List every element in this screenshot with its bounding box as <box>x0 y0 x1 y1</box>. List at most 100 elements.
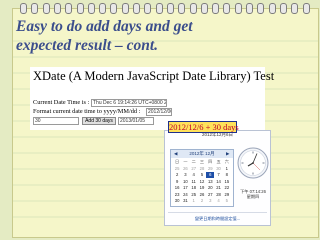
calendar-day[interactable]: 27 <box>190 166 198 172</box>
calendar-day[interactable]: 20 <box>206 185 214 191</box>
binding-ring <box>268 3 276 14</box>
calendar-day[interactable]: 25 <box>173 166 181 172</box>
binding-ring <box>42 3 50 14</box>
weekday-header: 五 <box>216 159 221 164</box>
binding-ring <box>144 3 152 14</box>
calendar-day[interactable]: 19 <box>198 185 206 191</box>
calendar-day[interactable]: 14 <box>214 179 222 185</box>
calendar-day[interactable]: 12 <box>198 179 206 185</box>
days-input[interactable]: 30 <box>33 117 79 125</box>
binding-ring <box>99 3 107 14</box>
binding-ring <box>257 3 265 14</box>
calendar-day[interactable]: 5 <box>198 172 206 178</box>
prev-month-icon[interactable]: ◀ <box>174 151 177 157</box>
app-heading: XDate (A Modern JavaScript Date Library)… <box>33 69 275 83</box>
calendar-day[interactable]: 4 <box>190 172 198 178</box>
calendar-day[interactable]: 1 <box>223 166 231 172</box>
add-days-button[interactable]: Add 30 days <box>82 117 116 125</box>
format-label: Format current date time to yyyy/MM/dd : <box>33 108 141 115</box>
calendar-day[interactable]: 27 <box>206 192 214 198</box>
binding-ring <box>189 3 197 14</box>
slide: Easy to do add days and get expected res… <box>0 0 320 240</box>
callout-label: 2012/12/6 + 30 days <box>168 121 239 133</box>
weekday-header: 二 <box>191 159 196 164</box>
calendar-day[interactable]: 2 <box>173 172 181 178</box>
slide-title-line2: expected result – cont. <box>16 37 159 54</box>
calendar-day[interactable]: 23 <box>173 192 181 198</box>
calendar-day[interactable]: 18 <box>190 185 198 191</box>
binding-ring <box>110 3 118 14</box>
current-time-label: Current Date Time is : <box>33 99 90 106</box>
binding-ring <box>302 3 310 14</box>
binding-ring <box>65 3 73 14</box>
binding-ring <box>246 3 253 14</box>
weekday-header: 一 <box>183 159 188 164</box>
binding-ring <box>53 3 61 14</box>
binding-ring <box>212 3 220 14</box>
add-result-field[interactable]: 2013/01/05 <box>118 117 154 125</box>
weekday-header: 四 <box>208 159 213 164</box>
weekday-text: 星期四 <box>246 194 260 199</box>
calendar-day[interactable]: 29 <box>206 166 214 172</box>
calendar-day[interactable]: 8 <box>223 172 231 178</box>
calendar-day[interactable]: 13 <box>206 179 214 185</box>
calendar-day[interactable]: 1 <box>190 198 198 204</box>
calendar-day[interactable]: 22 <box>223 185 231 191</box>
weekday-header: 三 <box>199 159 205 164</box>
calendar-day[interactable]: 29 <box>223 192 231 198</box>
binding-ring <box>20 3 27 14</box>
calendar-day[interactable]: 24 <box>181 192 189 198</box>
binding-ring <box>178 3 186 14</box>
widget-divider <box>168 212 267 213</box>
calendar-day[interactable]: 4 <box>214 198 222 204</box>
calendar-header: ◀ 2012年 12月 ▶ <box>171 150 233 158</box>
calendar-day[interactable]: 26 <box>198 192 206 198</box>
next-month-icon[interactable]: ▶ <box>226 151 229 157</box>
binding-ring <box>133 3 140 14</box>
binding-ring <box>200 3 208 14</box>
weekday-header: 日 <box>175 159 180 164</box>
binding-ring <box>166 3 174 14</box>
calendar-day[interactable]: 15 <box>223 179 231 185</box>
calendar-day[interactable]: 30 <box>214 166 222 172</box>
weekday-header: 六 <box>224 159 229 164</box>
calendar-day[interactable]: 16 <box>173 185 181 191</box>
slide-title-line1: Easy to do add days and get <box>16 18 193 35</box>
calendar-grid: 日一二三四五六 25 26 27 28 29 30 1 2 3 4 5 6 7 8 9 10 11 12 13 14 15… <box>173 159 231 204</box>
binding-ring <box>155 3 163 14</box>
calendar-day[interactable]: 17 <box>181 185 189 191</box>
calendar-day[interactable]: 10 <box>181 179 189 185</box>
calendar-day[interactable]: 7 <box>214 172 222 178</box>
time-readout: 下午 07:14:26 星期四 <box>237 189 269 199</box>
binding-ring <box>31 3 39 14</box>
binding-ring <box>121 3 129 14</box>
calendar-day[interactable]: 25 <box>190 192 198 198</box>
calendar-day[interactable]: 28 <box>214 192 222 198</box>
calendar-month[interactable]: 2012年 12月 <box>183 151 221 157</box>
calendar-day[interactable]: 30 <box>173 198 181 204</box>
calendar-day[interactable]: 31 <box>181 198 189 204</box>
change-datetime-link[interactable]: 變更日期和時間設定值... <box>169 216 266 222</box>
windows-clock-calendar: 2012年12月6日 ◀ 2012年 12月 ▶ 日一二三四五六 25 26 27 28… <box>164 130 271 226</box>
calendar: ◀ 2012年 12月 ▶ 日一二三四五六 25 26 27 28 29 30 1 2 3 4 5 6 7… <box>170 149 234 207</box>
slide-title: Easy to do add days and get expected res… <box>16 17 193 55</box>
calendar-day[interactable]: 9 <box>173 179 181 185</box>
binding-ring <box>76 3 84 14</box>
binding-ring <box>87 3 95 14</box>
binding-ring <box>223 3 231 14</box>
calendar-day[interactable]: 2 <box>198 198 206 204</box>
calendar-day[interactable]: 3 <box>181 172 189 178</box>
calendar-day[interactable]: 26 <box>181 166 189 172</box>
calendar-day[interactable]: 5 <box>223 198 231 204</box>
current-time-field[interactable]: Thu Dec 6 19:14:26 UTC+0800 2012 <box>91 99 167 107</box>
calendar-day[interactable]: 11 <box>190 179 198 185</box>
calendar-day[interactable]: 3 <box>206 198 214 204</box>
binding-ring <box>234 3 242 14</box>
format-result-field[interactable]: 2012/12/06 <box>146 108 172 116</box>
calendar-day[interactable]: 21 <box>214 185 222 191</box>
binding-ring <box>291 3 299 14</box>
binding-ring <box>279 3 287 14</box>
calendar-day-today[interactable]: 6 <box>206 172 215 178</box>
calendar-day[interactable]: 28 <box>198 166 206 172</box>
analog-clock-icon <box>237 147 269 179</box>
